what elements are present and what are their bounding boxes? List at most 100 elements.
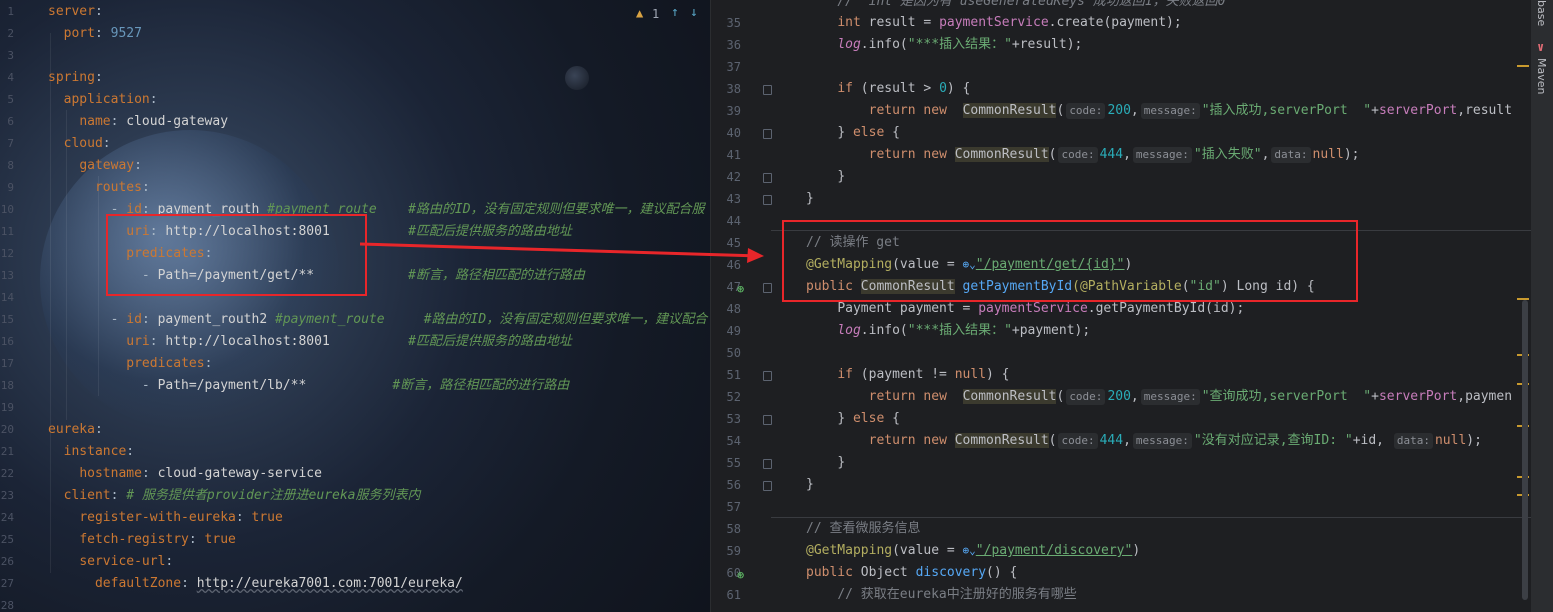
yaml-line-number: 20 xyxy=(0,423,14,436)
endpoint-mapping-icon[interactable]: ⊛ xyxy=(737,282,747,296)
java-line-number: 54 xyxy=(726,434,741,448)
code-line: } xyxy=(837,455,846,470)
java-line-number: 49 xyxy=(726,324,741,338)
code-line: return new CommonResult(code: 444, message… xyxy=(868,433,1482,449)
yaml-line-number: 10 xyxy=(0,203,14,216)
yaml-line: instance: xyxy=(63,444,135,459)
scroll-marker[interactable] xyxy=(1517,65,1529,67)
yaml-line-number: 9 xyxy=(7,181,14,194)
yaml-line: register-with-eureka: true xyxy=(79,510,283,525)
yaml-line: defaultZone: http://eureka7001.com:7001/… xyxy=(94,576,463,591)
endpoint-mapping-icon[interactable]: ⊛ xyxy=(737,568,747,582)
java-line-number: 42 xyxy=(726,170,741,184)
java-line-number: 38 xyxy=(726,82,741,96)
code-line: log.info("***插入结果："+payment); xyxy=(837,323,1091,338)
java-line-number: 51 xyxy=(726,368,741,382)
java-line-number: 57 xyxy=(726,500,741,514)
fold-marker[interactable] xyxy=(763,415,772,425)
yaml-line: fetch-registry: true xyxy=(79,532,236,547)
yaml-line-number: 28 xyxy=(0,599,14,612)
code-line: return new CommonResult(code: 200, message… xyxy=(868,103,1513,119)
url-mapping-globe-icon[interactable]: ⊕⌄ xyxy=(963,544,976,557)
code-line: // 查看微服务信息 xyxy=(806,521,921,536)
yaml-line: - id: payment_routh2 #payment_route #路由的… xyxy=(48,312,708,327)
yaml-line: gateway: xyxy=(79,158,142,173)
code-line: return new CommonResult(code: 444, message… xyxy=(868,147,1360,163)
yaml-line-number: 16 xyxy=(0,335,14,348)
yaml-line-number: 24 xyxy=(0,511,14,524)
java-line-number: 61 xyxy=(726,588,741,602)
yaml-line: port: 9527 xyxy=(63,26,142,41)
fold-marker[interactable] xyxy=(763,173,772,183)
yaml-line-number: 17 xyxy=(0,357,14,370)
fold-marker[interactable] xyxy=(763,129,772,139)
yaml-line-number: 15 xyxy=(0,313,14,326)
yaml-line: - Path=/payment/lb/** #断言，路径相匹配的进行路由 xyxy=(48,378,570,393)
code-line: return new CommonResult(code: 200, message… xyxy=(868,389,1513,405)
code-line: int result = paymentService.create(payme… xyxy=(837,15,1182,30)
yaml-line-number: 3 xyxy=(7,49,14,62)
java-line-number: 40 xyxy=(726,126,741,140)
yaml-line-number: 12 xyxy=(0,247,14,260)
yaml-line-number: 2 xyxy=(7,27,14,40)
database-tool-tab[interactable]: base xyxy=(1535,0,1548,26)
yaml-line-number: 7 xyxy=(7,137,14,150)
annotation-box-yaml-route xyxy=(106,214,367,296)
java-line-number: 43 xyxy=(726,192,741,206)
code-line: } xyxy=(806,191,814,206)
fold-marker[interactable] xyxy=(763,85,772,95)
code-line: @GetMapping(value = ⊕⌄"/payment/discover… xyxy=(806,543,1141,558)
vertical-scrollbar-thumb[interactable] xyxy=(1522,300,1528,600)
yaml-line: predicates: xyxy=(126,356,213,371)
yaml-line-number: 1 xyxy=(7,5,14,18)
warning-icon[interactable]: ▲ xyxy=(636,6,643,20)
yaml-line: application: xyxy=(63,92,158,107)
code-line: } xyxy=(806,477,814,492)
yaml-line-number: 4 xyxy=(7,71,14,84)
yaml-line: hostname: cloud-gateway-service xyxy=(79,466,322,481)
maven-tool-tab[interactable]: Maven xyxy=(1535,58,1548,94)
fold-marker[interactable] xyxy=(763,459,772,469)
java-line-number: 56 xyxy=(726,478,741,492)
fold-marker[interactable] xyxy=(763,481,772,491)
java-line-number: 41 xyxy=(726,148,741,162)
yaml-line-number: 18 xyxy=(0,379,14,392)
fold-marker[interactable] xyxy=(763,195,772,205)
code-line: } else { xyxy=(837,125,900,140)
fold-marker[interactable] xyxy=(763,283,772,293)
next-highlight-icon[interactable]: ↓ xyxy=(690,5,698,20)
yaml-line: eureka: xyxy=(48,422,103,437)
java-line-number: 53 xyxy=(726,412,741,426)
java-editor-pane[interactable]: 35 36 37 38 39 40 41 42 43 44 45 46 47 48 49 50 51 52 53 54… xyxy=(711,0,1531,612)
java-line-number: 48 xyxy=(726,302,741,316)
yaml-line: spring: xyxy=(48,70,103,85)
yaml-line: name: cloud-gateway xyxy=(79,114,229,129)
java-line-number: 55 xyxy=(726,456,741,470)
yaml-line: uri: http://localhost:8001 #匹配后提供服务的路由地址 xyxy=(126,334,572,349)
yaml-line-number: 14 xyxy=(0,291,14,304)
yaml-line-number: 13 xyxy=(0,269,14,282)
java-line-number: 59 xyxy=(726,544,741,558)
java-line-number: 58 xyxy=(726,522,741,536)
java-line-number: 52 xyxy=(726,390,741,404)
yaml-line-gutter: 1 2 3 4 5 6 7 8 9 10 11 12 13 14 15 16 17 18 19 20 21 22 23 24 2… xyxy=(0,0,18,612)
fold-marker[interactable] xyxy=(763,371,772,381)
warning-count[interactable]: 1 xyxy=(652,7,659,21)
maven-icon[interactable]: ∨ xyxy=(1537,40,1544,54)
annotation-box-controller-method xyxy=(782,220,1358,302)
yaml-line-number: 8 xyxy=(7,159,14,172)
background-moon-image xyxy=(565,66,589,90)
yaml-editor-pane[interactable]: 1 2 3 4 5 6 7 8 9 10 11 12 13 14 15 16 17 18 19 20 21 22 23 24 2… xyxy=(0,0,710,612)
yaml-line-number: 11 xyxy=(0,225,14,238)
yaml-line: cloud: xyxy=(63,136,111,151)
java-line-number: 35 xyxy=(726,16,741,30)
right-tool-strip: base ∨ Maven xyxy=(1531,0,1553,612)
code-line: // 获取在eureka中注册好的服务有哪些 xyxy=(837,587,1077,602)
yaml-line-number: 19 xyxy=(0,401,14,414)
annotation-arrow xyxy=(360,242,764,263)
code-line: if (payment != null) { xyxy=(837,367,1010,382)
code-line: log.info("***插入结果："+result); xyxy=(837,37,1083,52)
yaml-line: service-url: xyxy=(79,554,174,569)
java-line-number: 44 xyxy=(726,214,741,228)
previous-highlight-icon[interactable]: ↑ xyxy=(671,5,679,20)
